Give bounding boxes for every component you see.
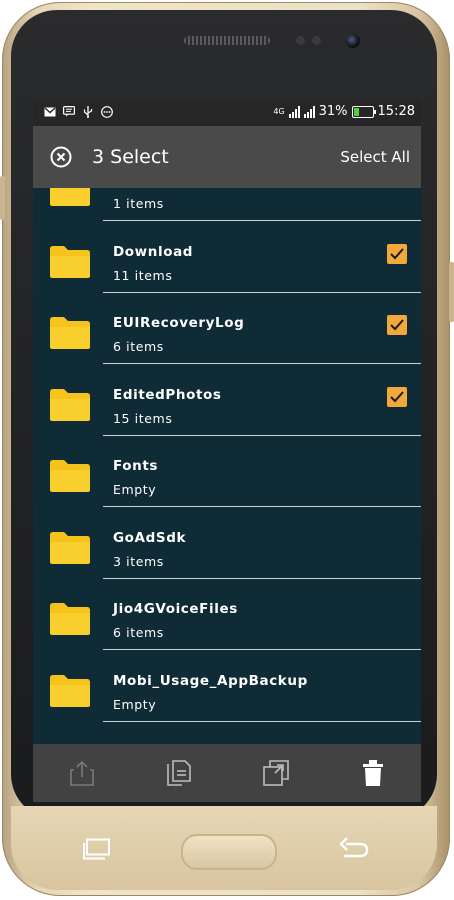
notification-icons [43,105,113,118]
folder-icon [50,188,90,206]
folder-name: GoAdSdk [113,529,187,546]
clock: 15:28 [377,104,415,119]
proximity-sensor [296,36,305,45]
check-icon [390,319,404,331]
check-icon [390,390,404,402]
folder-name: Jio4GVoiceFiles [113,601,238,617]
close-selection-button[interactable] [50,146,72,168]
move-button[interactable] [259,756,293,790]
folder-item-count: 6 items [113,625,164,640]
folder-icon [50,317,90,349]
gmail-icon [43,105,56,118]
selected-label: Select [110,146,169,168]
folder-item-count: 11 items [113,267,173,283]
folder-icon [50,245,90,278]
row-divider [103,720,421,722]
folder-row[interactable]: EditedPhotos 15 items [33,365,421,436]
folder-item-count: Empty [113,482,157,497]
front-camera [346,34,360,48]
folder-icon [50,603,90,635]
select-all-button[interactable]: Select All [340,148,410,166]
back-icon [339,837,369,858]
folder-name: Mobi_Usage_AppBackup [113,672,308,689]
selection-count: 3 Select [92,146,169,168]
battery-icon [351,105,376,118]
folder-row[interactable]: EUIRecoveryLog 6 items [33,293,421,364]
folder-icon [50,388,90,421]
folder-row[interactable]: 1 items [33,188,421,221]
folder-item-count: 1 items [113,196,164,211]
volume-key[interactable] [0,176,5,220]
check-icon [390,247,404,259]
row-checkbox[interactable] [387,243,407,264]
back-key[interactable] [338,836,370,864]
screen: 4G 31% 15:28 3 Select Select All 1 items… [33,100,421,802]
status-right: 4G 31% 15:28 [273,104,415,119]
folder-row[interactable]: Mobi_Usage_AppBackup Empty [33,651,421,722]
bottom-action-bar [33,744,421,802]
folder-name: Download [113,243,194,260]
copy-icon [166,760,191,786]
folder-icon [50,531,90,564]
selected-number: 3 [92,146,105,168]
home-button[interactable] [181,834,277,870]
recent-apps-icon [83,838,110,860]
folder-row[interactable]: Fonts Empty [33,436,421,507]
power-key[interactable] [449,262,454,322]
folder-item-count: 15 items [113,410,173,426]
folder-row[interactable]: GoAdSdk 3 items [33,508,421,579]
usb-icon [81,105,94,118]
row-checkbox[interactable] [387,315,407,335]
duplicate-icon [262,760,289,786]
signal-strength-icon [288,105,300,118]
earpiece-speaker [184,36,270,45]
selection-app-bar: 3 Select Select All [33,126,421,188]
recent-apps-key[interactable] [82,838,112,864]
delete-icon [362,760,383,786]
light-sensor [312,36,321,45]
copy-button[interactable] [162,756,196,790]
folder-item-count: 6 items [113,339,164,354]
folder-row[interactable]: Jio4GVoiceFiles 6 items [33,579,421,650]
delete-button[interactable] [356,756,390,790]
row-checkbox[interactable] [387,386,407,407]
network-type: 4G [273,107,285,116]
folder-row[interactable]: Download 11 items [33,222,421,293]
battery-percent: 31% [318,104,348,119]
folder-icon [50,460,90,492]
folder-name: Fonts [113,458,159,474]
folder-item-count: 3 items [113,553,164,569]
folder-icon [50,674,90,707]
folder-list: 1 items Download 11 items EUIRecoveryLog 6 i… [33,188,421,744]
more-icon [100,105,113,118]
status-bar: 4G 31% 15:28 [33,100,421,126]
folder-name: EUIRecoveryLog [113,315,245,331]
signal-strength-2-icon [303,105,315,118]
battery-fill [353,107,359,116]
close-icon [50,146,72,168]
folder-item-count: Empty [113,696,157,712]
folder-name: EditedPhotos [113,386,222,403]
share-button[interactable] [65,756,99,790]
message-icon [62,105,75,118]
share-icon [69,760,94,786]
